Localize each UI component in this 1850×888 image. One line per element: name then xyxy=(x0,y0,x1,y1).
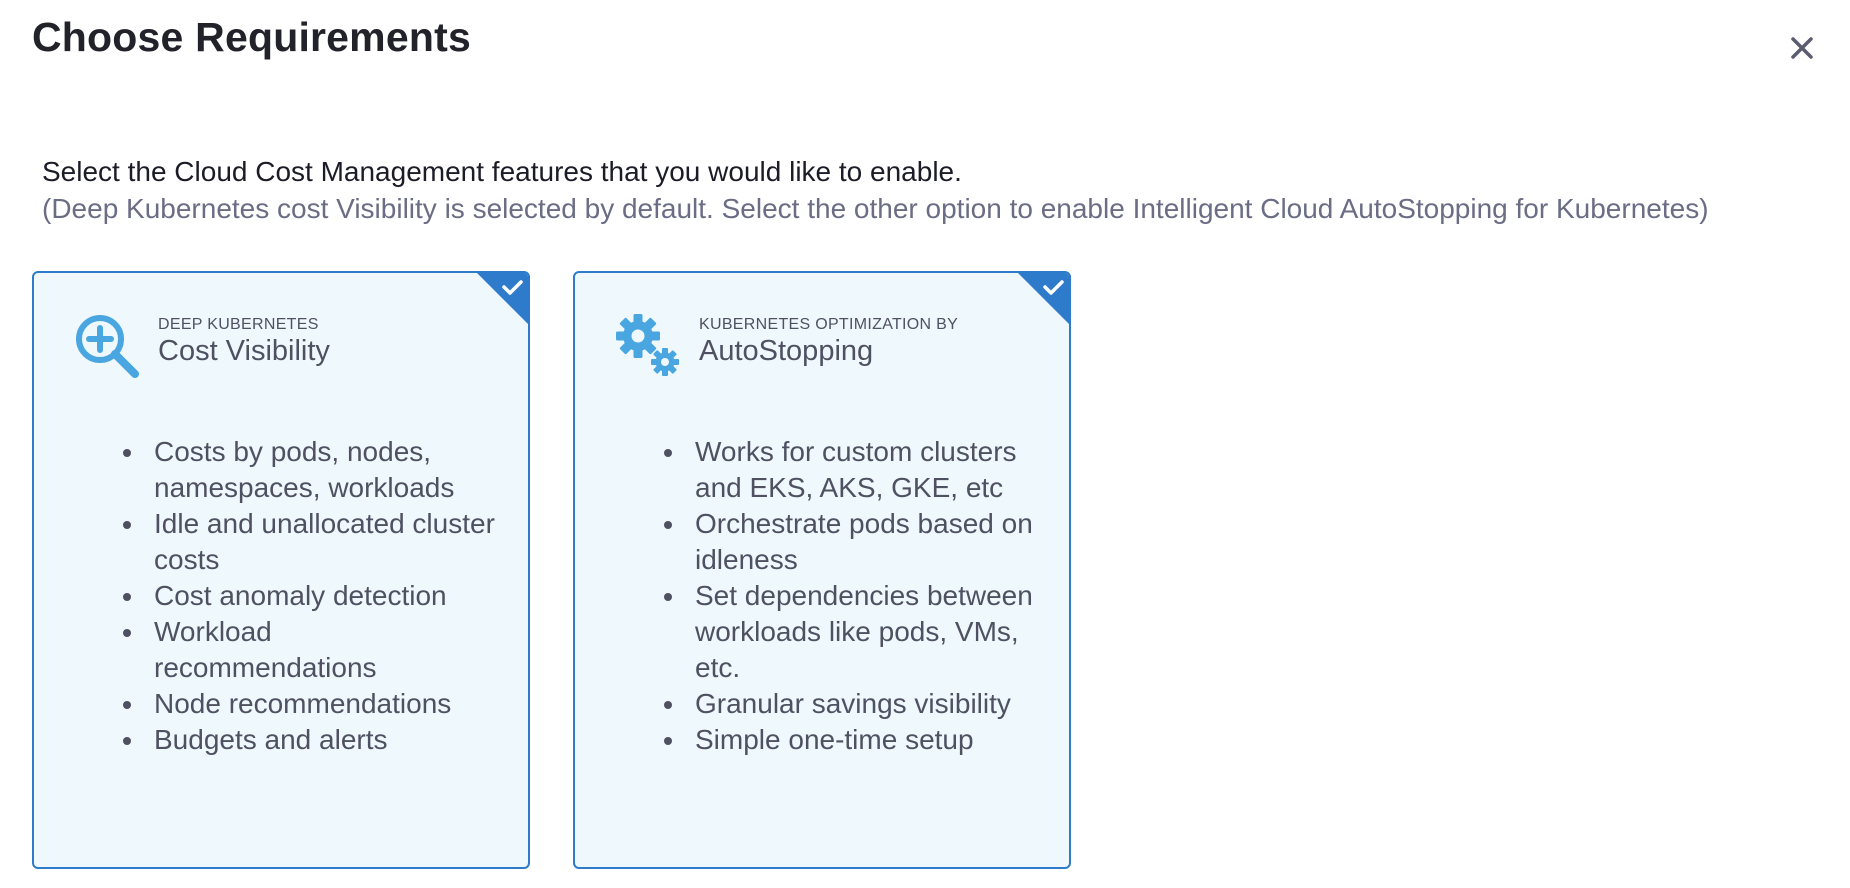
feature-item: Idle and unallocated cluster costs xyxy=(146,506,496,578)
feature-item: Simple one-time setup xyxy=(687,722,1037,758)
card-kicker: KUBERNETES OPTIMIZATION BY xyxy=(699,316,959,333)
magnifier-plus-icon xyxy=(76,315,139,378)
feature-item: Costs by pods, nodes, namespaces, worklo… xyxy=(146,434,496,506)
intro-subtext: (Deep Kubernetes cost Visibility is sele… xyxy=(42,193,1709,224)
card-autostopping[interactable]: KUBERNETES OPTIMIZATION BY AutoStopping … xyxy=(573,271,1071,869)
dialog-title: Choose Requirements xyxy=(32,14,471,60)
selected-check-icon xyxy=(1018,273,1069,324)
feature-item: Works for custom clusters and EKS, AKS, … xyxy=(687,434,1037,506)
selected-check-icon xyxy=(477,273,528,324)
feature-item: Node recommendations xyxy=(146,686,496,722)
close-button[interactable] xyxy=(1782,28,1822,68)
card-title: Cost Visibility xyxy=(158,335,330,367)
gears-icon xyxy=(616,314,679,376)
card-kicker: DEEP KUBERNETES xyxy=(158,316,319,333)
feature-item: Budgets and alerts xyxy=(146,722,496,758)
feature-list: Costs by pods, nodes, namespaces, worklo… xyxy=(118,434,496,758)
feature-item: Workload recommendations xyxy=(146,614,496,686)
feature-item: Orchestrate pods based on idleness xyxy=(687,506,1037,578)
choose-requirements-dialog: Choose Requirements Select the Cloud Cos… xyxy=(0,0,1850,888)
feature-list: Works for custom clusters and EKS, AKS, … xyxy=(659,434,1037,758)
card-cost-visibility[interactable]: DEEP KUBERNETES Cost Visibility Costs by… xyxy=(32,271,530,869)
feature-item: Set dependencies between workloads like … xyxy=(687,578,1037,686)
intro-text: Select the Cloud Cost Management feature… xyxy=(42,156,962,187)
close-icon xyxy=(1791,37,1813,59)
card-title: AutoStopping xyxy=(699,335,874,367)
feature-item: Cost anomaly detection xyxy=(146,578,496,614)
feature-item: Granular savings visibility xyxy=(687,686,1037,722)
